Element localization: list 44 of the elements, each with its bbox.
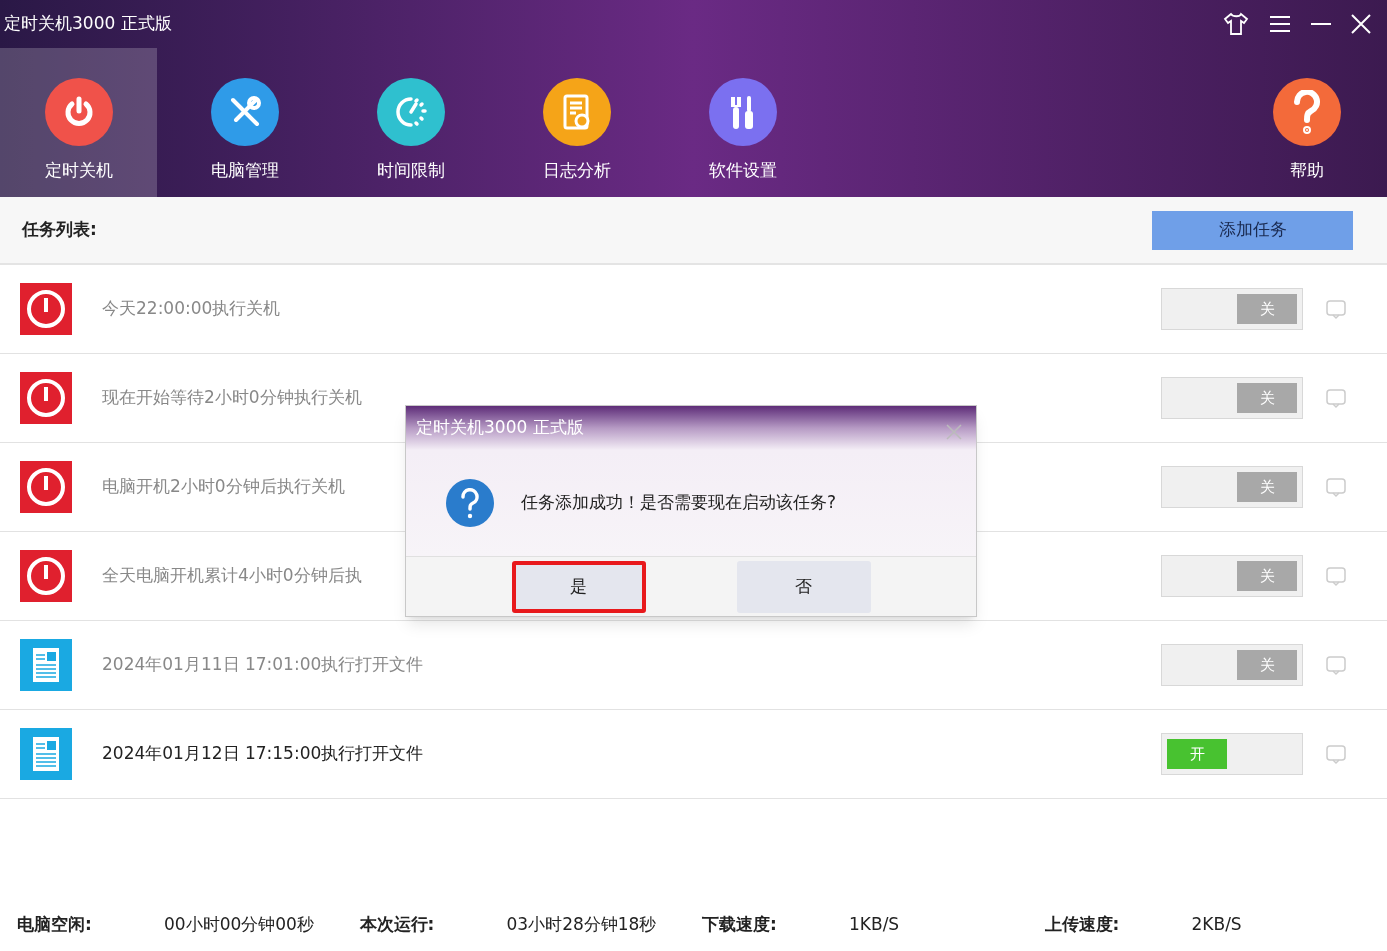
task-text: 现在开始等待2小时0分钟执行关机: [102, 386, 362, 410]
help-tab[interactable]: 帮助: [1227, 48, 1387, 197]
power-icon: [20, 461, 72, 513]
comment-icon[interactable]: [1325, 387, 1347, 409]
question-mark-icon: [1293, 90, 1321, 134]
window-title: 定时关机3000 正式版: [4, 12, 172, 36]
minimize-icon[interactable]: [1311, 22, 1331, 26]
power-icon: [20, 550, 72, 602]
status-value: 2KB/S: [1191, 913, 1242, 937]
status-value: 03小时28分钟18秒: [506, 913, 657, 937]
dialog-button[interactable]: 是: [511, 560, 646, 613]
comment-icon[interactable]: [1325, 654, 1347, 676]
comment-icon[interactable]: [1325, 743, 1347, 765]
nav-tab[interactable]: 软件设置: [664, 48, 821, 197]
comment-icon[interactable]: [1325, 565, 1347, 587]
task-list-title: 任务列表:: [22, 218, 97, 242]
shirt-icon[interactable]: [1223, 12, 1249, 36]
power-icon: [20, 372, 72, 424]
dialog-button[interactable]: 否: [736, 560, 871, 613]
nav-tab[interactable]: 定时关机: [0, 48, 157, 197]
document-icon: [20, 728, 72, 780]
document-icon: [20, 639, 72, 691]
dialog-message: 任务添加成功！是否需要现在启动该任务?: [521, 491, 837, 515]
nav-tab[interactable]: 时间限制: [332, 48, 489, 197]
nav-tab[interactable]: 电脑管理: [166, 48, 323, 197]
dialog-title: 定时关机3000 正式版: [416, 416, 584, 440]
comment-icon[interactable]: [1325, 298, 1347, 320]
add-task-button[interactable]: 添加任务: [1152, 210, 1353, 250]
status-label: 电脑空闲:: [17, 913, 93, 937]
status-label: 本次运行:: [359, 913, 436, 937]
status-label: 上传速度:: [1044, 913, 1121, 937]
question-icon: [446, 479, 494, 527]
task-text: 2024年01月12日 17:15:00执行打开文件: [102, 742, 424, 766]
comment-icon[interactable]: [1325, 476, 1347, 498]
status-label: 下载速度:: [702, 913, 778, 937]
task-text: 今天22:00:00执行关机: [102, 297, 281, 321]
task-text: 电脑开机2小时0分钟后执行关机: [102, 475, 345, 499]
power-icon: [20, 283, 72, 335]
task-text: 2024年01月11日 17:01:00执行打开文件: [102, 653, 424, 677]
status-value: 1KB/S: [849, 913, 900, 937]
task-text: 全天电脑开机累计4小时0分钟后执: [102, 564, 362, 588]
nav-tab[interactable]: 日志分析: [498, 48, 655, 197]
menu-icon[interactable]: [1269, 14, 1291, 34]
status-value: 00小时00分钟00秒: [164, 913, 314, 937]
